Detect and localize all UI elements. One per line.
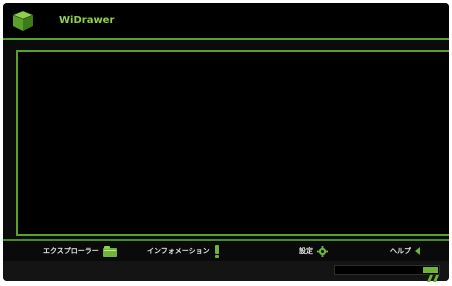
cube-logo-icon [11,9,35,33]
exclamation-icon [214,244,220,258]
header-divider [3,38,449,40]
explorer-label: エクスプローラー [43,247,99,255]
gear-icon [317,245,328,257]
app-title: WiDrawer [59,15,115,26]
arrow-left-icon [415,247,420,255]
help-button[interactable]: ヘルプ [390,244,420,258]
progress-bar [334,265,440,275]
information-label: インフォメーション [147,247,210,255]
explorer-button[interactable]: エクスプローラー [43,244,117,258]
folder-icon [102,245,117,257]
header-bar: WiDrawer [3,3,449,38]
help-label: ヘルプ [390,247,411,255]
settings-label: 設定 [299,247,313,255]
resize-grip-icon[interactable] [427,267,439,282]
app-window: WiDrawer エクスプローラー インフォメーション 設定 ヘルプ [3,3,449,281]
settings-button[interactable]: 設定 [299,244,328,258]
main-canvas[interactable] [16,50,449,236]
information-button[interactable]: インフォメーション [147,244,220,258]
bottom-toolbar: エクスプローラー インフォメーション 設定 ヘルプ [3,241,449,261]
